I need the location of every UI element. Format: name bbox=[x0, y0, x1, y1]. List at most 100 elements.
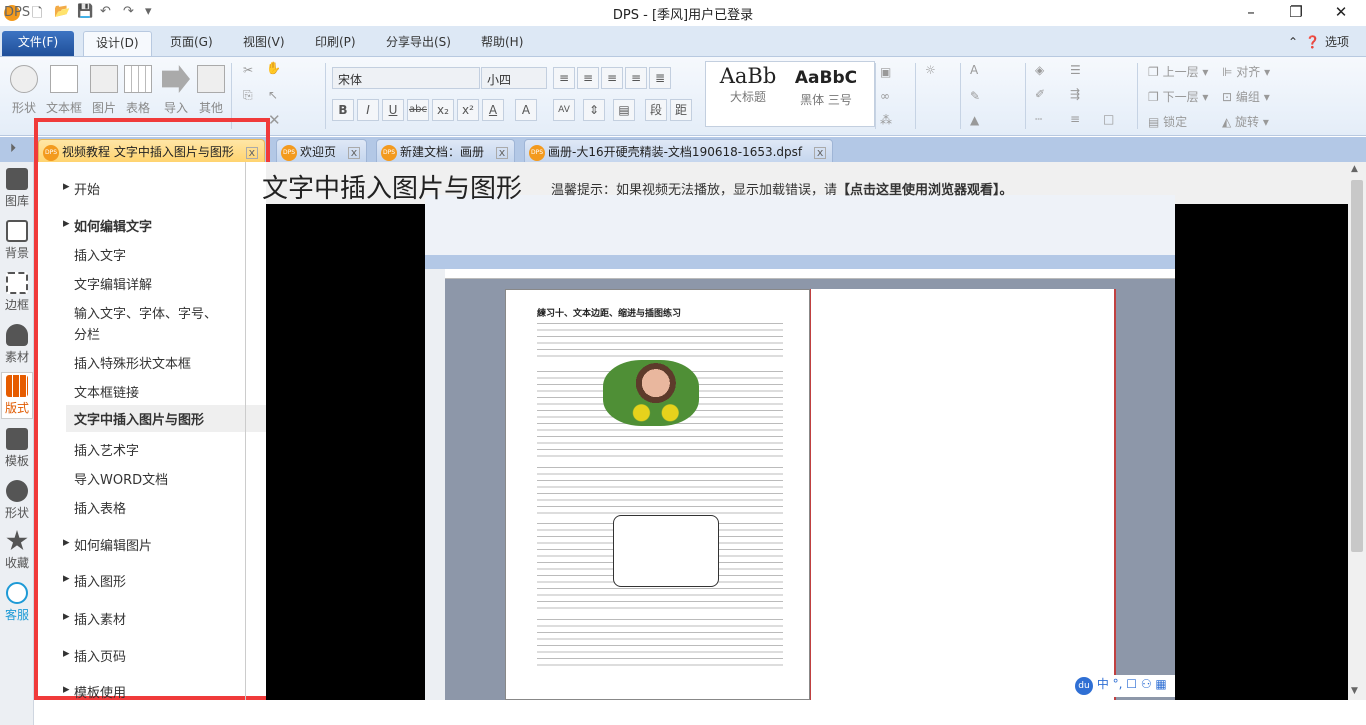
align-left-button[interactable]: ≡ bbox=[553, 67, 575, 89]
tutorial-item[interactable]: 文本框链接 bbox=[74, 382, 139, 401]
rotate-button[interactable]: ◭ 旋转 ▾ bbox=[1222, 113, 1269, 130]
tab-video-tutorial[interactable]: DPS 视频教程 文字中插入图片与图形 x bbox=[38, 139, 265, 163]
scrollbar-thumb[interactable] bbox=[1351, 180, 1363, 552]
tutorial-section[interactable]: 插入图形 bbox=[63, 571, 126, 590]
spacing-button[interactable]: 距 bbox=[670, 99, 692, 121]
tutorial-item[interactable]: 导入WORD文档 bbox=[74, 469, 168, 488]
tutorial-section[interactable]: 开始 bbox=[63, 179, 100, 198]
insert-table-button[interactable]: 表格 bbox=[124, 65, 152, 116]
restore-button[interactable]: ❐ bbox=[1281, 3, 1311, 21]
tutorial-item[interactable]: 插入特殊形状文本框 bbox=[74, 353, 191, 372]
browser-view-link[interactable]: 【点击这里使用浏览器观看】。 bbox=[837, 183, 1013, 198]
tutorial-item-selected[interactable]: 文字中插入图片与图形 bbox=[66, 405, 272, 432]
other-button[interactable]: 其他 bbox=[197, 65, 225, 116]
menu-file[interactable]: 文件(F) bbox=[2, 31, 74, 56]
close-icon[interactable]: x bbox=[245, 147, 258, 159]
highlight-button[interactable]: A bbox=[515, 99, 537, 121]
scroll-down-icon[interactable]: ▼ bbox=[1351, 686, 1358, 696]
unlink-icon[interactable]: ⁂ bbox=[880, 113, 892, 127]
style-heading[interactable]: AaBb 大标题 bbox=[710, 64, 786, 105]
tutorial-section[interactable]: 模板使用 bbox=[63, 682, 126, 701]
minimize-button[interactable]: – bbox=[1236, 3, 1266, 21]
bring-forward-button[interactable]: ❐ 上一层 ▾ bbox=[1148, 63, 1208, 80]
frame-icon[interactable]: ▣ bbox=[880, 65, 891, 79]
sidebar-item-background[interactable]: 背景 bbox=[1, 220, 33, 261]
dash-icon[interactable]: ┄ bbox=[1035, 112, 1042, 126]
arrow-style-icon[interactable]: ⇶ bbox=[1070, 87, 1080, 101]
tutorial-section[interactable]: 如何编辑文字 bbox=[63, 216, 152, 235]
sidebar-item-template[interactable]: 模板 bbox=[1, 428, 33, 469]
send-backward-button[interactable]: ❐ 下一层 ▾ bbox=[1148, 88, 1208, 105]
import-button[interactable]: 导入 bbox=[162, 65, 190, 116]
sidebar-item-shape[interactable]: 形状 bbox=[1, 480, 33, 521]
group-button[interactable]: ⊡ 编组 ▾ bbox=[1222, 88, 1270, 105]
menu-design[interactable]: 设计(D) bbox=[83, 31, 152, 56]
link-icon[interactable]: ∞ bbox=[880, 89, 890, 103]
insert-shape-button[interactable]: 形状 bbox=[10, 65, 38, 116]
hand-icon[interactable]: ✋ bbox=[266, 61, 281, 75]
list-icon[interactable]: ☰ bbox=[1070, 63, 1081, 77]
tutorial-section[interactable]: 插入素材 bbox=[63, 609, 126, 628]
cut-icon[interactable]: ✂ bbox=[243, 63, 253, 77]
tutorial-item[interactable]: 文字编辑详解 bbox=[74, 274, 152, 293]
menu-page[interactable]: 页面(G) bbox=[158, 31, 225, 56]
char-spacing-button[interactable]: AV bbox=[553, 99, 575, 121]
tutorial-item[interactable]: 输入文字、字体、字号、 bbox=[74, 303, 217, 322]
menu-view[interactable]: 视图(V) bbox=[231, 31, 297, 56]
underline-button[interactable]: U bbox=[382, 99, 404, 121]
tutorial-item[interactable]: 插入文字 bbox=[74, 245, 126, 264]
tutorial-item-cont[interactable]: 分栏 bbox=[74, 324, 100, 343]
font-color-button[interactable]: A bbox=[482, 99, 504, 121]
italic-button[interactable]: I bbox=[357, 99, 379, 121]
tutorial-section[interactable]: 如何编辑图片 bbox=[63, 535, 152, 554]
border-icon[interactable]: ✐ bbox=[1035, 87, 1045, 101]
close-icon[interactable]: x bbox=[348, 147, 361, 159]
sidebar-item-material[interactable]: 素材 bbox=[1, 324, 33, 365]
text-edit-icon[interactable]: ✎ bbox=[970, 89, 980, 103]
scroll-up-icon[interactable]: ▲ bbox=[1351, 164, 1358, 174]
sidebar-item-favorites[interactable]: 收藏 bbox=[1, 530, 33, 571]
menu-help[interactable]: 帮助(H) bbox=[469, 31, 535, 56]
strikethrough-button[interactable]: abc bbox=[407, 99, 429, 121]
columns-button[interactable]: ▤ bbox=[613, 99, 635, 121]
font-size-select[interactable]: 小四 bbox=[481, 67, 547, 89]
ime-toolbar[interactable]: du 中 °, ☐ ⚇ ▦ bbox=[1075, 675, 1175, 697]
font-family-select[interactable]: 宋体 bbox=[332, 67, 480, 89]
tab-new-document[interactable]: DPS 新建文档：画册 x bbox=[376, 139, 516, 163]
menu-print[interactable]: 印刷(P) bbox=[303, 31, 368, 56]
close-icon[interactable]: x bbox=[496, 147, 509, 159]
sidebar-item-border[interactable]: 边框 bbox=[1, 272, 33, 313]
art-text-icon[interactable]: A bbox=[970, 63, 978, 77]
paragraph-button[interactable]: 段 bbox=[645, 99, 667, 121]
pointer-icon[interactable]: ↖ bbox=[268, 88, 278, 102]
fill-icon[interactable]: ◈ bbox=[1035, 63, 1044, 77]
align-button[interactable]: ⊫ 对齐 ▾ bbox=[1222, 63, 1270, 80]
align-right-button[interactable]: ≡ bbox=[601, 67, 623, 89]
superscript-button[interactable]: x² bbox=[457, 99, 479, 121]
line-weight-icon[interactable]: ≡ bbox=[1070, 112, 1080, 126]
effect-icon[interactable]: ☼ bbox=[925, 63, 936, 77]
tutorial-section[interactable]: 插入页码 bbox=[63, 646, 126, 665]
line-spacing-button[interactable]: ⇕ bbox=[583, 99, 605, 121]
style-gallery[interactable]: AaBb 大标题 AaBbC 黑体 三号 bbox=[705, 61, 875, 127]
sidebar-item-support[interactable]: 客服 bbox=[1, 582, 33, 623]
art-shape-icon[interactable]: ▲ bbox=[970, 113, 979, 127]
close-button[interactable]: ✕ bbox=[1326, 3, 1356, 21]
menu-share-export[interactable]: 分享导出(S) bbox=[374, 31, 463, 56]
tutorial-item[interactable]: 插入艺术字 bbox=[74, 440, 139, 459]
shadow-icon[interactable]: □ bbox=[1103, 112, 1114, 126]
insert-textbox-button[interactable]: 文本框 bbox=[46, 65, 82, 116]
justify-button[interactable]: ≡ bbox=[625, 67, 647, 89]
sidebar-item-layout[interactable]: 版式 bbox=[1, 372, 33, 419]
sidebar-item-gallery[interactable]: 图库 bbox=[1, 168, 33, 209]
close-icon[interactable]: x bbox=[814, 147, 827, 159]
expand-sidebar-icon[interactable]: ⏵ bbox=[10, 141, 16, 156]
tutorial-item[interactable]: 插入表格 bbox=[74, 498, 126, 517]
delete-icon[interactable]: ✕ bbox=[268, 111, 281, 129]
style-heiti[interactable]: AaBbC 黑体 三号 bbox=[786, 64, 866, 108]
distribute-button[interactable]: ≣ bbox=[649, 67, 671, 89]
tab-album-document[interactable]: DPS 画册-大16开硬壳精装-文档190618-1653.dpsf x bbox=[524, 139, 834, 163]
lock-button[interactable]: ▤ 锁定 bbox=[1148, 113, 1187, 130]
tab-welcome[interactable]: DPS 欢迎页 x bbox=[276, 139, 368, 163]
subscript-button[interactable]: x₂ bbox=[432, 99, 454, 121]
